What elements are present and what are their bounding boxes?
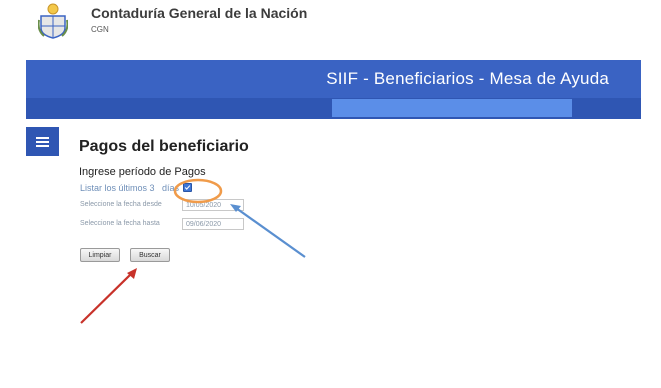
clear-button[interactable]: Limpiar: [80, 248, 120, 262]
menu-icon-line: [36, 145, 49, 147]
redacted-user-field: [332, 99, 572, 117]
red-arrow: [80, 268, 137, 324]
page-title: Pagos del beneficiario: [79, 138, 249, 155]
menu-icon-line: [36, 141, 49, 143]
user-bar: [26, 98, 641, 119]
organization-name: Contaduría General de la Nación: [91, 5, 308, 21]
date-to-input[interactable]: 09/06/2020: [182, 218, 244, 230]
site-header: Contaduría General de la Nación CGN: [0, 0, 661, 52]
organization-abbreviation: CGN: [91, 25, 109, 34]
coat-of-arms-logo: [38, 3, 68, 39]
menu-icon-line: [36, 137, 49, 139]
date-from-input[interactable]: 10/05/2020: [182, 199, 244, 211]
last-days-checkbox[interactable]: [183, 183, 192, 192]
app-title: SIIF - Beneficiarios - Mesa de Ayuda: [326, 69, 609, 88]
last-days-label: Listar los últimos 3: [80, 183, 155, 193]
annotation-overlay: [80, 178, 306, 324]
date-to-label: Seleccione la fecha hasta: [80, 220, 160, 227]
checkmark-icon: [184, 185, 191, 190]
blue-arrow: [230, 204, 306, 258]
search-button[interactable]: Buscar: [130, 248, 170, 262]
app-banner: SIIF - Beneficiarios - Mesa de Ayuda: [26, 60, 641, 98]
period-section-label: Ingrese período de Pagos: [79, 166, 206, 178]
date-from-label: Seleccione la fecha desde: [80, 201, 162, 208]
hamburger-menu-button[interactable]: [26, 127, 59, 156]
days-label: días: [162, 183, 180, 193]
